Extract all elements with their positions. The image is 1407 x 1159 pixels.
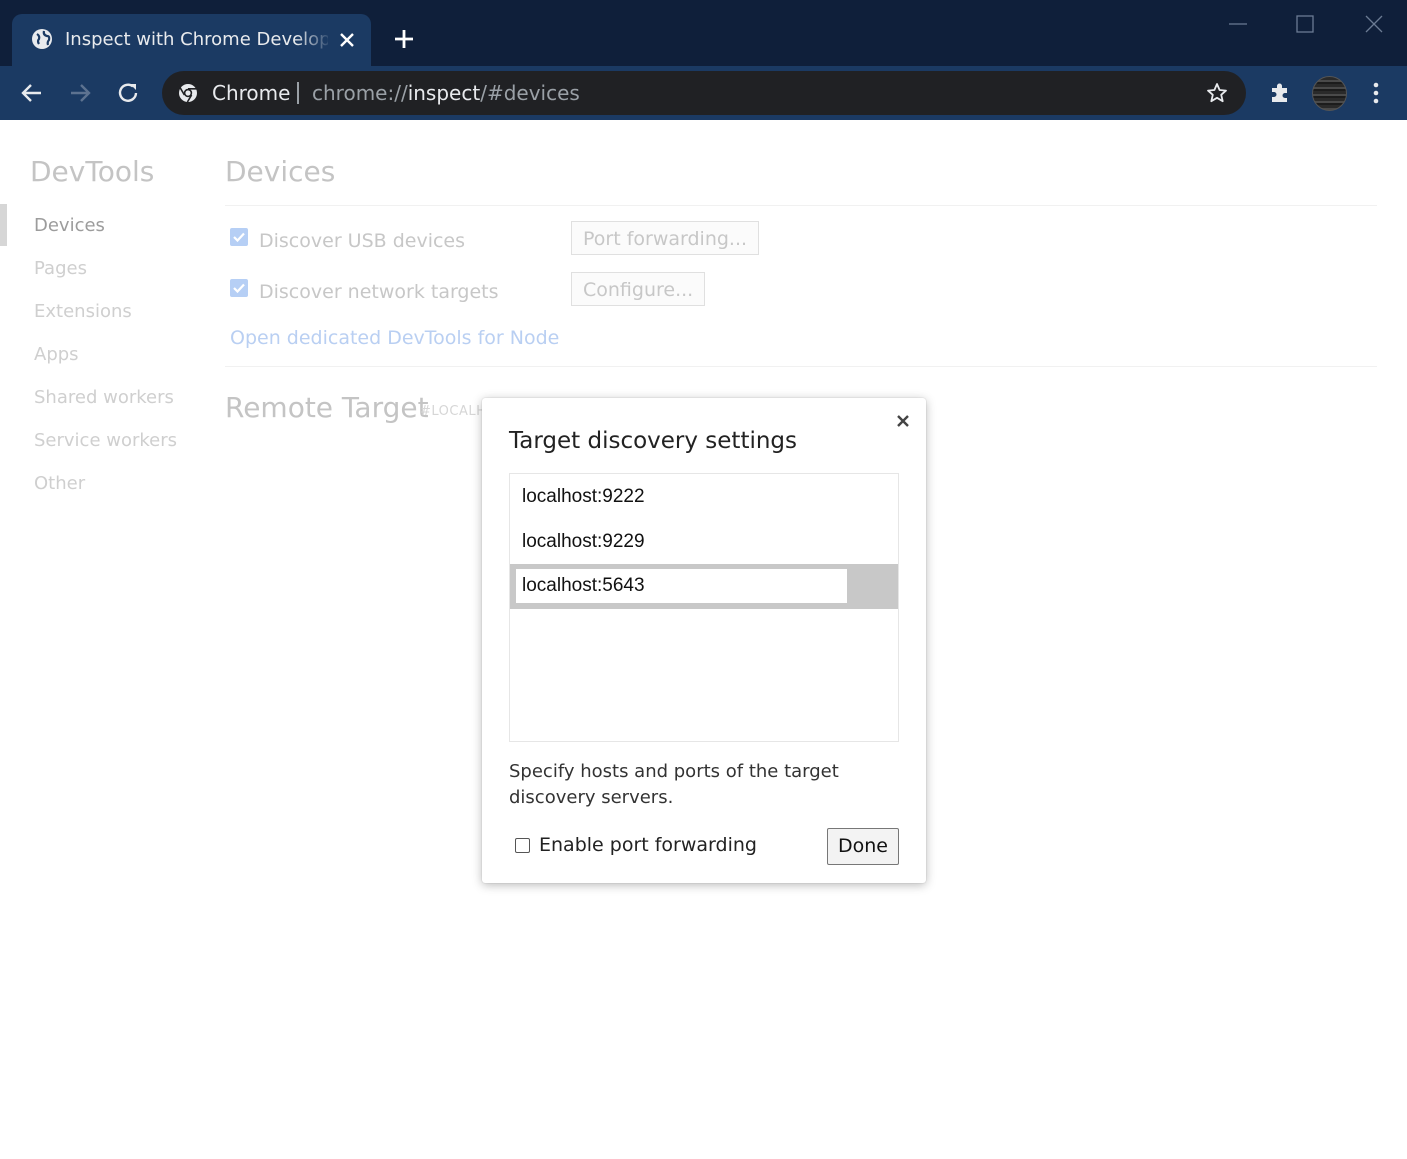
url-path: /#devices bbox=[480, 81, 580, 105]
sidebar-item-pages[interactable]: Pages bbox=[34, 258, 87, 279]
configure-button[interactable]: Configure... bbox=[571, 272, 706, 306]
profile-avatar[interactable] bbox=[1312, 76, 1347, 111]
tab-title: Inspect with Chrome Developer Tools bbox=[65, 29, 328, 50]
url-scheme: chrome:// bbox=[312, 81, 408, 105]
target-discovery-dialog: Target discovery settings localhost:9222… bbox=[482, 398, 926, 883]
port-forwarding-checkbox-label[interactable]: Enable port forwarding bbox=[539, 834, 757, 856]
page-title: Devices bbox=[225, 155, 336, 188]
sidebar-item-service-workers[interactable]: Service workers bbox=[34, 430, 177, 451]
target-address: localhost:9222 bbox=[522, 486, 645, 507]
target-list: localhost:9222 localhost:9229 bbox=[509, 473, 899, 742]
remote-target-title: Remote Target bbox=[225, 391, 429, 424]
sidebar-item-devices[interactable]: Devices bbox=[34, 215, 105, 236]
done-button[interactable]: Done bbox=[827, 828, 899, 865]
usb-label: Discover USB devices bbox=[259, 230, 466, 252]
browser-toolbar: Chrome chrome://inspect/#devices bbox=[0, 66, 1407, 120]
close-window-icon[interactable] bbox=[1362, 12, 1386, 36]
list-item[interactable]: localhost:9222 bbox=[510, 474, 898, 519]
sidebar-title: DevTools bbox=[30, 155, 155, 188]
url-text[interactable]: chrome://inspect/#devices bbox=[312, 80, 580, 106]
close-tab-icon[interactable] bbox=[337, 30, 357, 50]
minimize-icon[interactable] bbox=[1226, 12, 1250, 36]
port-forwarding-checkbox[interactable] bbox=[515, 838, 530, 853]
target-address: localhost:9229 bbox=[522, 531, 645, 552]
sidebar-item-shared-workers[interactable]: Shared workers bbox=[34, 387, 174, 408]
network-label: Discover network targets bbox=[259, 281, 499, 303]
sidebar-selection-marker bbox=[0, 204, 7, 246]
omnibox-separator bbox=[297, 82, 299, 104]
node-devtools-link[interactable]: Open dedicated DevTools for Node bbox=[230, 327, 559, 349]
url-host: inspect bbox=[407, 81, 481, 105]
browser-tab[interactable]: Inspect with Chrome Developer Tools bbox=[12, 14, 371, 66]
back-arrow-icon[interactable] bbox=[17, 78, 47, 108]
dialog-title: Target discovery settings bbox=[509, 428, 798, 454]
list-item-editing bbox=[510, 564, 898, 609]
dialog-description: Specify hosts and ports of the target di… bbox=[509, 761, 839, 808]
bookmark-star-icon[interactable] bbox=[1206, 82, 1228, 104]
forward-arrow-icon[interactable] bbox=[65, 78, 95, 108]
usb-checkbox[interactable] bbox=[230, 228, 248, 246]
maximize-icon[interactable] bbox=[1293, 12, 1317, 36]
checkmark-icon bbox=[233, 232, 245, 243]
new-tab-icon[interactable] bbox=[392, 27, 416, 51]
globe-icon bbox=[32, 29, 52, 49]
checkmark-icon bbox=[233, 283, 245, 294]
divider bbox=[225, 205, 1377, 206]
close-dialog-icon[interactable] bbox=[894, 412, 912, 430]
address-bar[interactable]: Chrome chrome://inspect/#devices bbox=[162, 71, 1246, 115]
tab-title-fade bbox=[296, 24, 332, 56]
remote-target-subtitle: #LOCALH bbox=[420, 404, 487, 419]
extensions-puzzle-icon[interactable] bbox=[1265, 78, 1295, 108]
menu-kebab-icon[interactable] bbox=[1361, 78, 1391, 108]
target-address-input[interactable] bbox=[516, 569, 847, 603]
sidebar-item-apps[interactable]: Apps bbox=[34, 344, 79, 365]
site-chip: Chrome bbox=[212, 81, 291, 105]
port-forwarding-button[interactable]: Port forwarding... bbox=[571, 221, 760, 255]
list-item[interactable]: localhost:9229 bbox=[510, 519, 898, 564]
title-bar: Inspect with Chrome Developer Tools bbox=[0, 0, 1407, 66]
chrome-logo-icon bbox=[179, 84, 197, 103]
sidebar-item-extensions[interactable]: Extensions bbox=[34, 301, 132, 322]
reload-icon[interactable] bbox=[113, 78, 143, 108]
network-checkbox[interactable] bbox=[230, 279, 248, 297]
divider bbox=[225, 366, 1377, 367]
sidebar-item-other[interactable]: Other bbox=[34, 473, 85, 494]
